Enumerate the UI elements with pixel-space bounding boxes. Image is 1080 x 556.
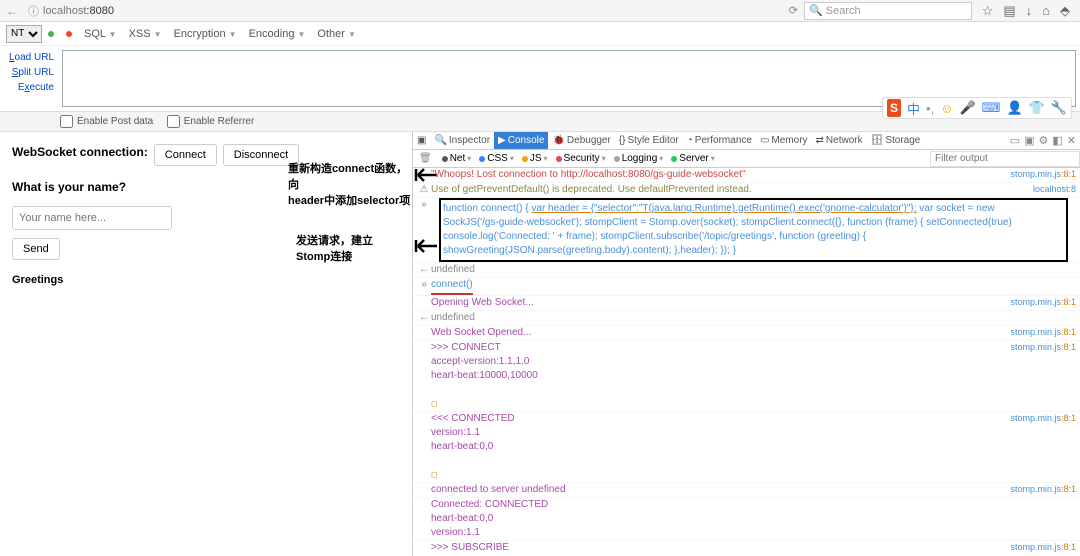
warning-icon: ⚠ xyxy=(417,183,431,197)
enable-referrer-label: Enable Referrer xyxy=(184,116,255,127)
pill-logging[interactable]: Logging ▾ xyxy=(610,153,668,164)
load-url-link[interactable]: LLoad URLoad URL xyxy=(4,50,54,65)
log-server: connected to server undefined xyxy=(431,483,1006,497)
xss-menu[interactable]: XSS ▼ xyxy=(123,28,168,40)
pill-js[interactable]: JS ▾ xyxy=(518,153,552,164)
ime-keyboard-icon[interactable]: ⌨ xyxy=(982,100,1001,116)
connect-button[interactable]: Connect xyxy=(154,144,217,166)
enable-post-checkbox[interactable] xyxy=(60,115,73,128)
url-host: localhost xyxy=(43,5,86,17)
info-icon[interactable]: ⓘ xyxy=(24,3,43,19)
search-input[interactable]: 🔍 Search xyxy=(804,2,972,20)
split-url-link[interactable]: Split URL xyxy=(4,65,54,80)
filter-output-input[interactable] xyxy=(930,151,1080,167)
execute-link[interactable]: Execute xyxy=(4,80,54,95)
code-input-box: function connect() { var header = {"sele… xyxy=(439,198,1068,262)
browser-chrome: ← ⓘ localhost:8080 ⟳ 🔍 Search ☆ ▤ ↓ ⌂ ⬘ xyxy=(0,0,1080,22)
input-icon: » xyxy=(417,198,431,262)
pill-server[interactable]: Server ▾ xyxy=(667,153,718,164)
browser-toolbar-icons: ☆ ▤ ↓ ⌂ ⬘ xyxy=(972,3,1080,19)
ime-emoji-icon[interactable]: ☺ xyxy=(940,101,953,116)
ime-skin-icon[interactable]: 👕 xyxy=(1029,100,1045,116)
enable-post-label: Enable Post data xyxy=(77,116,153,127)
sogou-ime-bar[interactable]: S 中 •, ☺ 🎤 ⌨ 👤 👕 🔧 xyxy=(882,97,1072,119)
sql-menu[interactable]: SQL ▼ xyxy=(78,28,123,40)
tab-memory[interactable]: ▭ Memory xyxy=(756,132,812,149)
iframe-picker-icon[interactable]: ▣ xyxy=(413,132,430,149)
back-button[interactable]: ← xyxy=(0,4,24,18)
pill-security[interactable]: Security ▾ xyxy=(552,153,610,164)
annotation-2: 发送请求，建立Stomp连接 xyxy=(296,232,373,264)
ime-tools-icon[interactable]: 🔧 xyxy=(1051,100,1067,116)
sogou-logo-icon: S xyxy=(887,99,901,117)
enable-referrer-checkbox[interactable] xyxy=(167,115,180,128)
log-undefined: undefined xyxy=(431,263,1076,277)
tab-style-editor[interactable]: {} Style Editor xyxy=(615,132,683,149)
hackbar-toolbar: NT SQL ▼ XSS ▼ Encryption ▼ Encoding ▼ O… xyxy=(0,22,1080,46)
home-icon[interactable]: ⌂ xyxy=(1042,3,1050,19)
nt-select[interactable]: NT xyxy=(6,25,42,43)
log-opened: Web Socket Opened... xyxy=(431,326,1006,340)
pocket-icon[interactable]: ⬘ xyxy=(1060,3,1070,19)
page-content: WebSocket connection: Connect Disconnect… xyxy=(0,132,412,556)
tab-network[interactable]: ⇄ Network xyxy=(812,132,867,149)
close-devtools-icon[interactable]: ✕ xyxy=(1067,134,1076,147)
tab-console[interactable]: ▶ Console xyxy=(494,132,548,149)
search-icon: 🔍 xyxy=(809,4,823,17)
reload-button[interactable]: ⟳ xyxy=(789,4,798,17)
log-deprecated: Use of getPreventDefault() is deprecated… xyxy=(431,183,1029,197)
log-opening: Opening Web Socket... xyxy=(431,296,1006,310)
encryption-menu[interactable]: Encryption ▼ xyxy=(168,28,243,40)
settings-icon[interactable]: ⚙ xyxy=(1039,134,1049,147)
url-bar[interactable]: ⓘ localhost:8080 ⟳ xyxy=(24,3,804,19)
star-icon[interactable]: ☆ xyxy=(982,3,994,19)
output-icon: ← xyxy=(417,263,431,277)
other-menu[interactable]: Other ▼ xyxy=(311,28,362,40)
clear-console-icon[interactable]: 🗑 xyxy=(413,153,438,164)
dock-icon[interactable]: ◧ xyxy=(1052,134,1062,147)
ime-user-icon[interactable]: 👤 xyxy=(1006,100,1022,116)
devtools-tabs: ▣ 🔍 Inspector ▶ Console 🐞 Debugger {} St… xyxy=(413,132,1080,150)
status-dot-green xyxy=(48,31,54,37)
send-button[interactable]: Send xyxy=(12,238,60,260)
responsive-icon[interactable]: ▣ xyxy=(1024,134,1034,147)
log-src: localhost:8 xyxy=(1029,183,1076,197)
pill-net[interactable]: Net ▾ xyxy=(438,153,476,164)
tab-inspector[interactable]: 🔍 Inspector xyxy=(430,132,494,149)
downloads-icon[interactable]: ↓ xyxy=(1026,3,1033,19)
encoding-menu[interactable]: Encoding ▼ xyxy=(243,28,312,40)
log-connect-call: connect() xyxy=(431,278,473,295)
url-port: :8080 xyxy=(86,5,114,17)
devtools: ▣ 🔍 Inspector ▶ Console 🐞 Debugger {} St… xyxy=(412,132,1080,556)
console-filter-row: 🗑 Net ▾ CSS ▾ JS ▾ Security ▾ Logging ▾ … xyxy=(413,150,1080,168)
tab-storage[interactable]: 🗄 Storage xyxy=(867,132,925,149)
log-subscribe: >>> SUBSCRIBEselector:T(java.lang.Runtim… xyxy=(431,541,1006,556)
split-console-icon[interactable]: ▭ xyxy=(1010,134,1020,147)
tab-debugger[interactable]: 🐞 Debugger xyxy=(548,132,614,149)
bookmark-list-icon[interactable]: ▤ xyxy=(1003,3,1015,19)
log-connected: Connected: CONNECTEDheart-beat:0,0versio… xyxy=(431,498,1076,540)
log-connected-block: <<< CONNECTEDversion:1.1heart-beat:0,0◻ xyxy=(431,412,1006,482)
pill-css[interactable]: CSS ▾ xyxy=(475,153,518,164)
console-output[interactable]: "Whoops! Lost connection to http://local… xyxy=(413,168,1080,556)
ime-mic-icon[interactable]: 🎤 xyxy=(959,100,975,116)
status-dot-red xyxy=(66,31,72,37)
ime-zh[interactable]: 中 xyxy=(907,99,920,118)
log-connect-block: >>> CONNECTaccept-version:1.1,1.0heart-b… xyxy=(431,341,1006,411)
ws-label: WebSocket connection: xyxy=(12,145,148,159)
tab-performance[interactable]: ◔ Performance xyxy=(683,132,756,149)
log-src: stomp.min.js:8:1 xyxy=(1006,168,1076,182)
annotation-1: 重新构造connect函数，向header中添加selector项 xyxy=(288,160,412,208)
ime-punct-icon[interactable]: •, xyxy=(926,101,934,116)
name-input[interactable] xyxy=(12,206,172,230)
log-lost: "Whoops! Lost connection to http://local… xyxy=(431,168,1006,182)
greetings-heading: Greetings xyxy=(12,274,400,286)
